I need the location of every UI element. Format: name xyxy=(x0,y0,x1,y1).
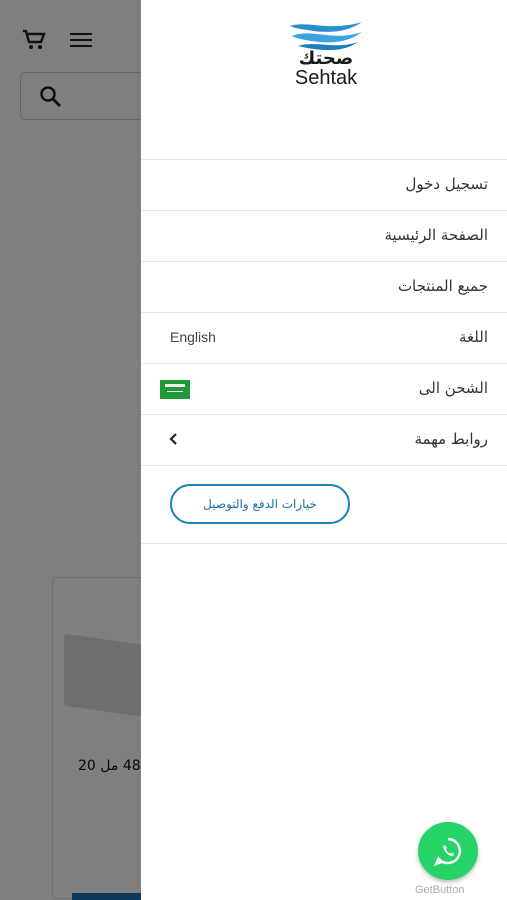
getbutton-label: GetButton xyxy=(415,884,465,896)
menu-item-all-products[interactable]: جميع المنتجات xyxy=(141,262,507,313)
payment-section: خيارات الدفع والتوصيل xyxy=(141,466,507,544)
saudi-flag-icon[interactable] xyxy=(160,380,190,399)
menu-item-label: روابط مهمة xyxy=(414,430,489,448)
menu-item-label: جميع المنتجات xyxy=(397,277,488,295)
menu-item-login[interactable]: تسجيل دخول xyxy=(141,160,507,211)
logo-arabic-text: صحتك xyxy=(298,48,354,69)
whatsapp-icon xyxy=(433,837,462,866)
menu-item-label: تسجيل دخول xyxy=(405,175,489,193)
drawer-menu: تسجيل دخول الصفحة الرئيسية جميع المنتجات… xyxy=(141,159,507,544)
side-drawer: صحتك Sehtak تسجيل دخول الصفحة الرئيسية ج… xyxy=(141,0,507,900)
logo-english-text: Sehtak xyxy=(294,67,358,89)
whatsapp-chat-button[interactable] xyxy=(418,822,478,880)
menu-item-label: اللغة xyxy=(459,328,488,346)
sehtak-logo[interactable]: صحتك Sehtak xyxy=(286,20,366,92)
menu-item-label: الصفحة الرئيسية xyxy=(384,226,489,244)
menu-item-ship-to[interactable]: الشحن الى xyxy=(141,364,507,415)
payment-delivery-options-button[interactable]: خيارات الدفع والتوصيل xyxy=(170,484,350,524)
chevron-left-icon xyxy=(169,433,177,445)
menu-item-important-links[interactable]: روابط مهمة xyxy=(141,415,507,466)
menu-item-language[interactable]: اللغة English xyxy=(141,313,507,364)
language-switch-link[interactable]: English xyxy=(170,329,216,345)
menu-item-home[interactable]: الصفحة الرئيسية xyxy=(141,211,507,262)
menu-item-label: الشحن الى xyxy=(418,379,488,397)
